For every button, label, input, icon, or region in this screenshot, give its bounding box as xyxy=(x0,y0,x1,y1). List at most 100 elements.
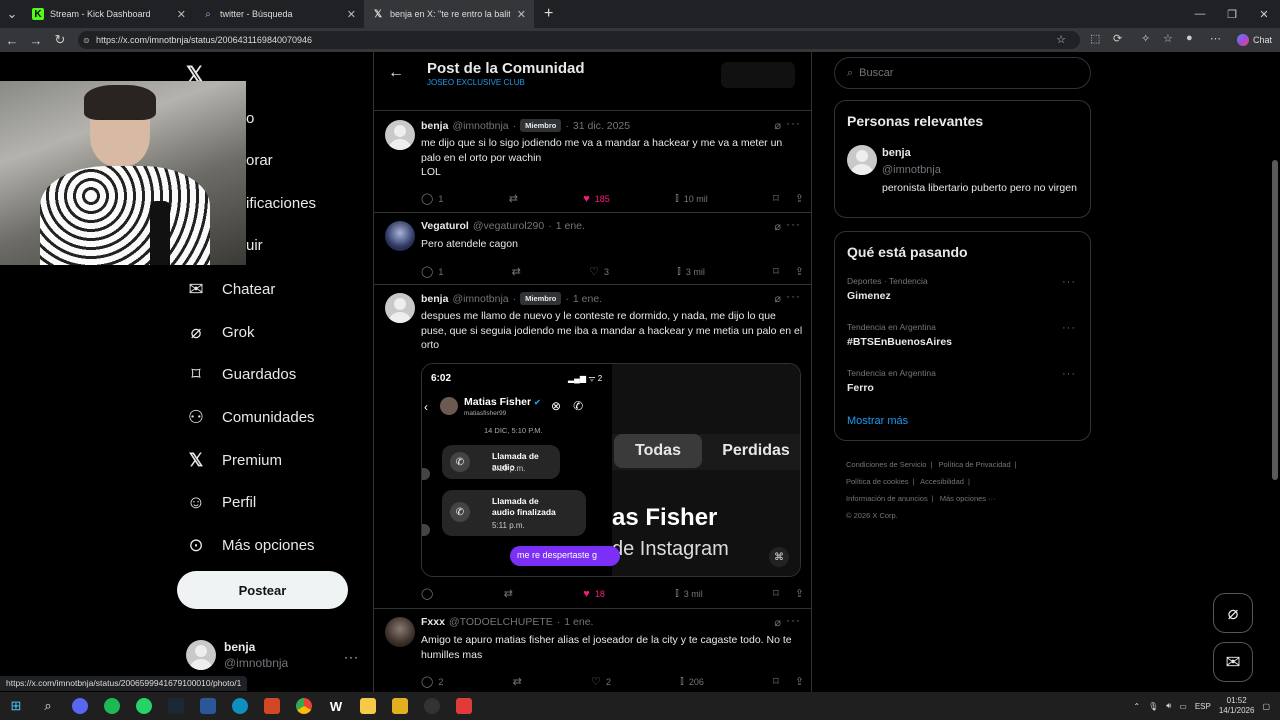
views-button[interactable]: ⫾ 3 mil xyxy=(675,587,703,600)
minimize-icon[interactable]: — xyxy=(1184,8,1216,20)
tweet-date[interactable]: 1 ene. xyxy=(556,220,585,232)
share-icon[interactable]: ⇪ xyxy=(795,192,804,205)
nav-partial-4[interactable]: uir xyxy=(246,237,263,254)
grok-icon[interactable]: ⌀ xyxy=(774,292,781,305)
more-icon[interactable]: ··· xyxy=(786,289,801,303)
repost-button[interactable]: ⇄ xyxy=(504,587,513,600)
grok-icon[interactable]: ⌀ xyxy=(774,119,781,132)
windows-start-icon[interactable]: ⊞ xyxy=(0,692,32,720)
url-field[interactable]: ⊜ https://x.com/imnotbnja/status/2006431… xyxy=(78,31,1080,49)
grok-fab-button[interactable]: ⌀ xyxy=(1213,593,1253,633)
footer-link[interactable]: Política de cookies xyxy=(846,477,909,486)
chrome-icon[interactable] xyxy=(288,692,320,720)
clock[interactable]: 01:52 14/1/2026 xyxy=(1219,696,1255,716)
reply-button[interactable]: ◯ 2 xyxy=(421,675,443,688)
tweet-author-handle[interactable]: @imnotbnja xyxy=(452,293,508,305)
tweet-date[interactable]: 1 ene. xyxy=(573,293,602,305)
nav-item-grok[interactable]: ⌀ Grok xyxy=(186,322,255,342)
community-name[interactable]: JOSEO EXCLUSIVE CLUB xyxy=(427,78,525,87)
discord-icon[interactable] xyxy=(64,692,96,720)
chevron-up-icon[interactable]: ⌃ xyxy=(1133,702,1140,711)
edge-icon[interactable] xyxy=(224,692,256,720)
grok-icon[interactable]: ⌀ xyxy=(774,220,781,233)
scrollbar-thumb[interactable] xyxy=(1272,160,1278,480)
more-icon[interactable]: ··· xyxy=(786,116,801,130)
repost-button[interactable]: ⇄ xyxy=(512,265,521,278)
show-more-link[interactable]: Mostrar más xyxy=(847,415,908,427)
grok-icon[interactable]: ⌀ xyxy=(774,616,781,629)
tweet-media-image[interactable]: Todas Perdidas as Fisher de Instagram 6:… xyxy=(421,363,801,577)
search-icon[interactable]: ⌕ xyxy=(32,692,64,720)
chat-button[interactable]: Chat xyxy=(1236,31,1272,49)
favorites-icon[interactable]: ☆ xyxy=(1163,32,1173,45)
share-icon[interactable]: ⇪ xyxy=(795,675,804,688)
whatsapp-icon[interactable] xyxy=(128,692,160,720)
account-switcher[interactable]: benja @imnotbnja xyxy=(186,640,288,670)
more-icon[interactable]: ··· xyxy=(786,217,801,231)
tweet-author-name[interactable]: benja xyxy=(421,120,448,132)
nav-item-profile[interactable]: ☺ Perfil xyxy=(186,492,256,512)
reply-button[interactable]: ◯ 1 xyxy=(421,192,443,205)
spotify-icon[interactable] xyxy=(96,692,128,720)
footer-link[interactable]: Accesibilidad xyxy=(920,477,964,486)
word-icon[interactable] xyxy=(192,692,224,720)
share-icon[interactable]: ⇪ xyxy=(795,587,804,600)
extensions-puzzle-icon[interactable]: ✧ xyxy=(1141,32,1150,45)
nav-item-communities[interactable]: ⚇ Comunidades xyxy=(186,407,315,427)
more-icon[interactable]: ··· xyxy=(786,613,801,627)
nav-item-premium[interactable]: 𝕏 Premium xyxy=(186,450,282,470)
close-window-icon[interactable]: ✕ xyxy=(1248,8,1280,21)
close-icon[interactable]: ✕ xyxy=(347,8,356,21)
notification-icon[interactable]: ▢ xyxy=(1262,702,1270,711)
footer-link[interactable]: Política de Privacidad xyxy=(939,460,1011,469)
bookmark-star-icon[interactable]: ☆ xyxy=(1056,33,1066,46)
more-icon[interactable]: ··· xyxy=(1062,368,1076,380)
trend-item[interactable]: Tendencia en Argentina #BTSEnBuenosAires… xyxy=(847,322,1082,348)
avatar[interactable] xyxy=(385,617,415,647)
tweet-author-name[interactable]: Fxxx xyxy=(421,616,445,628)
more-icon[interactable]: ··· xyxy=(1062,276,1076,288)
steam-icon[interactable] xyxy=(160,692,192,720)
grok-image-icon[interactable]: ⌘ xyxy=(769,547,789,567)
network-icon[interactable]: ▭ xyxy=(1179,702,1187,711)
relevant-handle[interactable]: @imnotbnja xyxy=(882,164,941,176)
bookmark-icon[interactable]: ⌑ xyxy=(773,675,779,688)
new-tab-icon[interactable]: + xyxy=(534,5,563,23)
like-button[interactable]: ♡ 3 xyxy=(589,265,609,278)
tweet-author-handle[interactable]: @vegaturol290 xyxy=(473,220,544,232)
reload-icon[interactable]: ↻ xyxy=(48,32,72,48)
nav-partial-1[interactable]: o xyxy=(246,110,254,127)
maximize-icon[interactable]: ❐ xyxy=(1216,8,1248,21)
scrollbar[interactable] xyxy=(1270,52,1280,692)
trend-item[interactable]: Deportes · Tendencia Gimenez ··· xyxy=(847,276,1082,302)
like-button[interactable]: ♡ 2 xyxy=(591,675,611,688)
app-icon[interactable] xyxy=(448,692,480,720)
volume-icon[interactable]: 🔊︎ xyxy=(1166,701,1171,711)
avatar[interactable] xyxy=(385,221,415,251)
powerpoint-icon[interactable] xyxy=(256,692,288,720)
repost-button[interactable]: ⇄ xyxy=(509,192,518,205)
search-input[interactable]: ⌕ Buscar xyxy=(834,57,1091,89)
profile-icon[interactable]: ● xyxy=(1186,32,1193,44)
tweet-author-handle[interactable]: @TODOELCHUPETE xyxy=(449,616,553,628)
nav-partial-2[interactable]: orar xyxy=(246,152,273,169)
tab-list-icon[interactable]: ⌄ xyxy=(0,6,24,22)
tab-x-post[interactable]: 𝕏 benja en X: "te re entro la balita m..… xyxy=(364,0,534,28)
tweet[interactable]: Vegaturol @vegaturol290 · 1 ene. ⌀ ··· P… xyxy=(374,213,811,285)
tweet-date[interactable]: 31 dic. 2025 xyxy=(573,120,630,132)
like-button[interactable]: ♥ 18 xyxy=(583,587,605,600)
nav-partial-3[interactable]: ificaciones xyxy=(246,195,316,212)
folder-icon[interactable] xyxy=(352,692,384,720)
trend-item[interactable]: Tendencia en Argentina Ferro ··· xyxy=(847,368,1082,394)
extension-icon[interactable]: ⬚ xyxy=(1090,32,1100,45)
reply-button[interactable]: ◯ 1 xyxy=(421,265,443,278)
site-info-icon[interactable]: ⊜ xyxy=(83,36,90,45)
tweet[interactable]: benja @imnotbnja · Miembro · 31 dic. 202… xyxy=(374,112,811,213)
tweet-author-name[interactable]: Vegaturol xyxy=(421,220,469,232)
bookmark-icon[interactable]: ⌑ xyxy=(773,192,779,205)
share-icon[interactable]: ⇪ xyxy=(795,265,804,278)
close-icon[interactable]: ✕ xyxy=(517,8,526,21)
footer-link[interactable]: Información de anuncios xyxy=(846,494,928,503)
bookmark-icon[interactable]: ⌑ xyxy=(773,265,779,278)
back-arrow-icon[interactable]: ← xyxy=(388,64,404,82)
